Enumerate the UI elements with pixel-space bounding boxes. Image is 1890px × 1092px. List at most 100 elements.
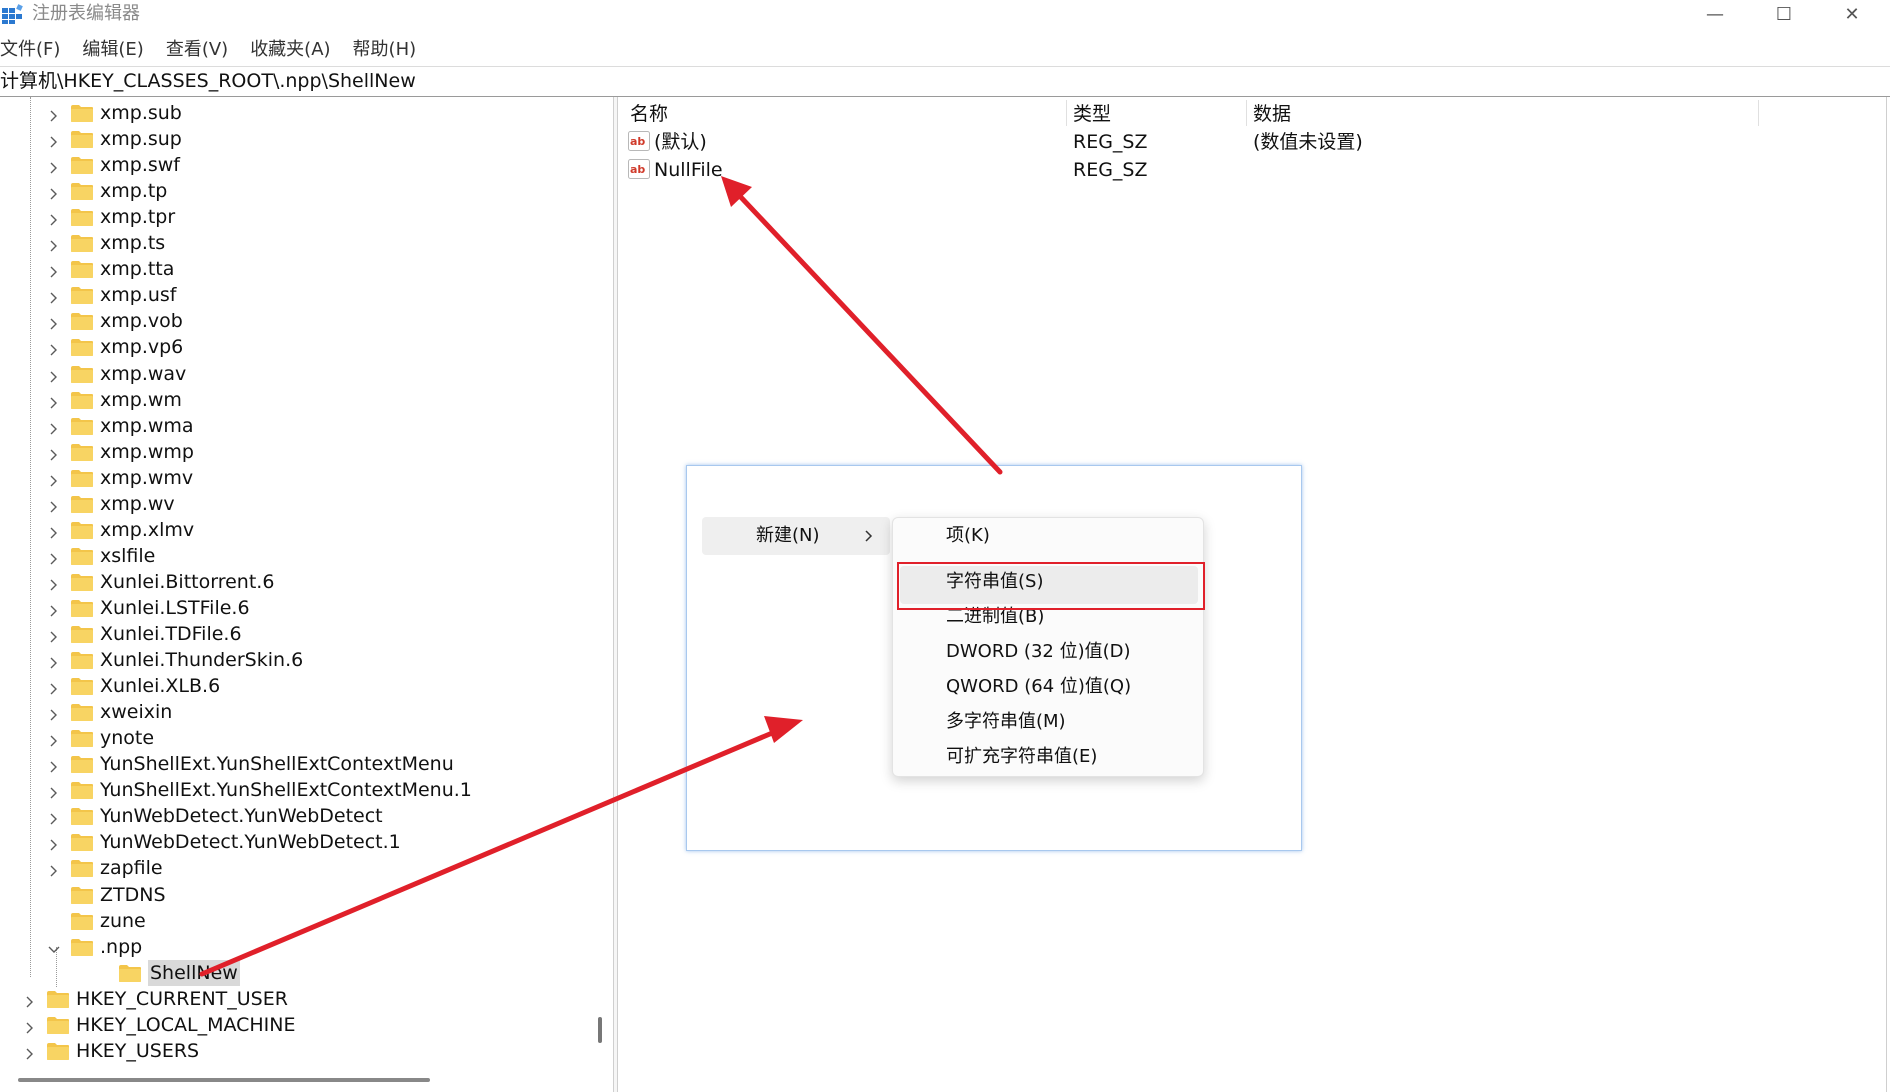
tree-item[interactable]: xmp.wav: [48, 361, 186, 387]
tree-item[interactable]: xmp.wma: [48, 413, 194, 439]
tree-item-selected[interactable]: ShellNew: [96, 960, 240, 986]
tree-item[interactable]: Xunlei.Bittorrent.6: [48, 569, 274, 595]
tree-item[interactable]: Xunlei.LSTFile.6: [48, 595, 250, 621]
maximize-button[interactable]: ☐: [1754, 0, 1814, 28]
chevron-right-icon[interactable]: [48, 809, 60, 825]
tree-item[interactable]: xmp.tp: [48, 178, 167, 204]
chevron-right-icon[interactable]: [48, 314, 60, 330]
column-separator[interactable]: [1246, 100, 1247, 126]
chevron-right-icon[interactable]: [48, 757, 60, 773]
menu-edit[interactable]: 编辑(E): [82, 36, 143, 64]
chevron-right-icon[interactable]: [48, 288, 60, 304]
value-type: REG_SZ: [1073, 159, 1148, 181]
chevron-right-icon[interactable]: [48, 705, 60, 721]
column-header-data[interactable]: 数据: [1253, 100, 1291, 128]
chevron-right-icon[interactable]: [48, 236, 60, 252]
tree-item-hive[interactable]: HKEY_CURRENT_CONFIG: [24, 1064, 310, 1067]
chevron-right-icon[interactable]: [48, 158, 60, 174]
submenu-item-qword-value[interactable]: QWORD (64 位)值(Q): [946, 673, 1131, 701]
tree-item[interactable]: zune: [48, 908, 146, 934]
pane-splitter[interactable]: [613, 97, 618, 1092]
tree-item[interactable]: Xunlei.TDFile.6: [48, 621, 242, 647]
tree-item[interactable]: xmp.wv: [48, 491, 175, 517]
tree-item[interactable]: xmp.wmp: [48, 439, 194, 465]
chevron-right-icon[interactable]: [48, 184, 60, 200]
menu-help[interactable]: 帮助(H): [353, 36, 417, 64]
chevron-right-icon[interactable]: [48, 497, 60, 513]
tree-item[interactable]: xslfile: [48, 543, 155, 569]
minimize-button[interactable]: —: [1685, 0, 1745, 28]
chevron-right-icon[interactable]: [48, 367, 60, 383]
chevron-right-icon[interactable]: [48, 783, 60, 799]
submenu-item-multi-string-value[interactable]: 多字符串值(M): [946, 708, 1066, 736]
address-bar[interactable]: 计算机\HKEY_CLASSES_ROOT\.npp\ShellNew: [0, 66, 1890, 97]
chevron-right-icon[interactable]: [48, 601, 60, 617]
tree-item[interactable]: xmp.usf: [48, 282, 176, 308]
tree-item-hive[interactable]: HKEY_USERS: [24, 1038, 199, 1064]
chevron-right-icon[interactable]: [48, 393, 60, 409]
tree-item[interactable]: xmp.xlmv: [48, 517, 194, 543]
tree-item-hive[interactable]: HKEY_LOCAL_MACHINE: [24, 1012, 296, 1038]
chevron-right-icon[interactable]: [48, 419, 60, 435]
chevron-right-icon[interactable]: [48, 549, 60, 565]
tree-item[interactable]: .npp: [48, 934, 142, 960]
tree-item-hive[interactable]: HKEY_CURRENT_USER: [24, 986, 288, 1012]
menu-file[interactable]: 文件(F): [0, 36, 60, 64]
folder-icon: [70, 651, 94, 670]
chevron-right-icon[interactable]: [48, 731, 60, 747]
tree-item[interactable]: xmp.wm: [48, 387, 182, 413]
tree-item[interactable]: xweixin: [48, 699, 172, 725]
chevron-right-icon[interactable]: [48, 106, 60, 122]
menu-favorites[interactable]: 收藏夹(A): [250, 36, 330, 64]
submenu-item-key[interactable]: 项(K): [946, 522, 990, 550]
tree-item[interactable]: xmp.vob: [48, 308, 183, 334]
tree-item[interactable]: xmp.sub: [48, 100, 182, 126]
chevron-right-icon[interactable]: [48, 861, 60, 877]
chevron-right-icon[interactable]: [48, 575, 60, 591]
chevron-right-icon[interactable]: [24, 992, 36, 1008]
submenu-item-expandable-string-value[interactable]: 可扩充字符串值(E): [946, 743, 1097, 771]
chevron-right-icon[interactable]: [48, 132, 60, 148]
close-button[interactable]: ✕: [1822, 0, 1882, 28]
chevron-right-icon[interactable]: [48, 835, 60, 851]
tree-item[interactable]: Xunlei.ThunderSkin.6: [48, 647, 303, 673]
chevron-right-icon[interactable]: [48, 340, 60, 356]
chevron-right-icon[interactable]: [24, 1044, 36, 1060]
tree-item[interactable]: YunShellExt.YunShellExtContextMenu.1: [48, 777, 472, 803]
tree-item[interactable]: YunWebDetect.YunWebDetect.1: [48, 829, 401, 855]
tree-item[interactable]: xmp.vp6: [48, 334, 183, 360]
chevron-right-icon[interactable]: [24, 1018, 36, 1034]
tree-item[interactable]: xmp.tpr: [48, 204, 175, 230]
chevron-right-icon[interactable]: [48, 471, 60, 487]
tree-item[interactable]: xmp.tta: [48, 256, 174, 282]
chevron-right-icon[interactable]: [48, 653, 60, 669]
column-header-name[interactable]: 名称: [630, 100, 668, 128]
tree-item[interactable]: ZTDNS: [48, 882, 166, 908]
submenu-item-dword-value[interactable]: DWORD (32 位)值(D): [946, 638, 1131, 666]
tree-item[interactable]: Xunlei.XLB.6: [48, 673, 220, 699]
tree-horizontal-scrollbar-thumb[interactable]: [18, 1078, 430, 1082]
tree-item[interactable]: xmp.ts: [48, 230, 165, 256]
chevron-right-icon[interactable]: [48, 445, 60, 461]
tree-item[interactable]: xmp.sup: [48, 126, 182, 152]
column-separator[interactable]: [1066, 100, 1067, 126]
tree-item[interactable]: zapfile: [48, 855, 163, 881]
tree-item[interactable]: YunWebDetect.YunWebDetect: [48, 803, 383, 829]
column-header-type[interactable]: 类型: [1073, 100, 1111, 128]
column-separator[interactable]: [1758, 100, 1759, 126]
tree-item-label: xweixin: [100, 701, 173, 723]
tree-vertical-scrollbar-thumb[interactable]: [598, 1017, 602, 1043]
key-tree-pane[interactable]: xmp.sub xmp.sup xmp.swf xmp.tp xmp.tpr xmp.ts…: [0, 97, 602, 1067]
chevron-right-icon[interactable]: [48, 627, 60, 643]
chevron-down-icon[interactable]: [48, 940, 60, 954]
tree-item[interactable]: xmp.wmv: [48, 465, 193, 491]
tree-item[interactable]: YunShellExt.YunShellExtContextMenu: [48, 751, 454, 777]
tree-item[interactable]: ynote: [48, 725, 154, 751]
chevron-right-icon[interactable]: [48, 210, 60, 226]
menu-view[interactable]: 查看(V): [166, 36, 228, 64]
tree-item[interactable]: xmp.swf: [48, 152, 180, 178]
chevron-right-icon[interactable]: [48, 679, 60, 695]
chevron-right-icon[interactable]: [48, 262, 60, 278]
chevron-right-icon[interactable]: [48, 523, 60, 539]
